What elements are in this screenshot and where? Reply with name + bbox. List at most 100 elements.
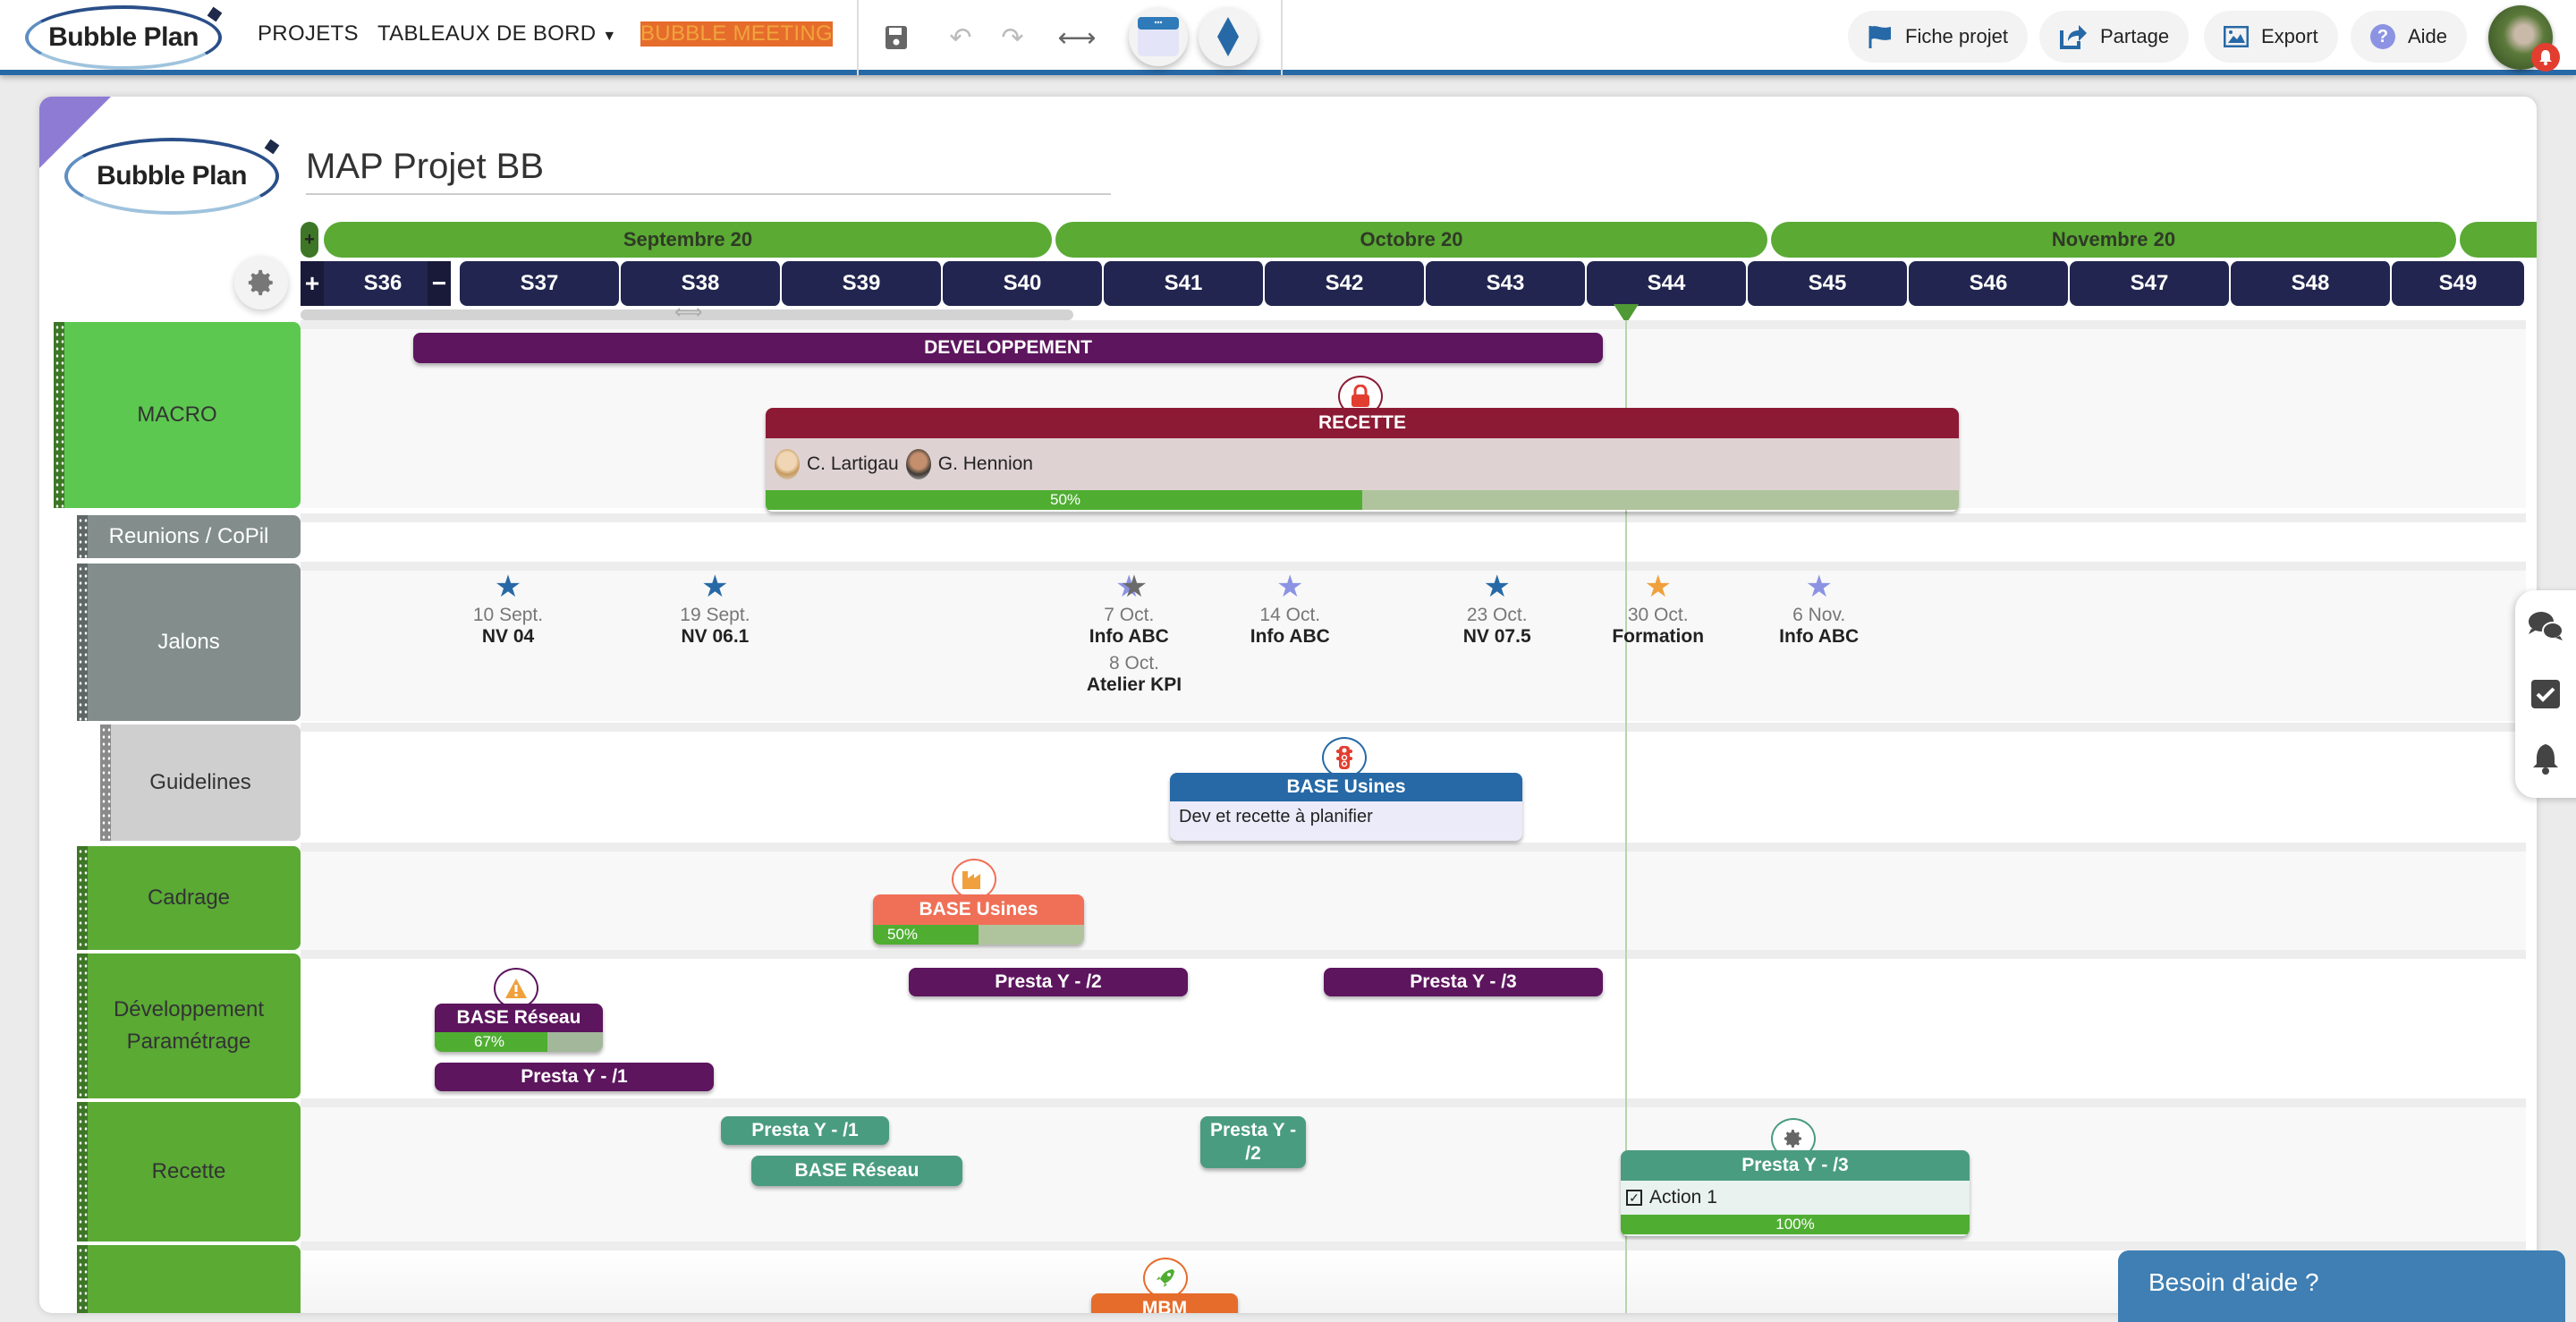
star-icon: ★ — [701, 570, 729, 604]
flag-icon — [1868, 26, 1891, 48]
milestone-date: 10 Sept. — [472, 605, 544, 625]
help-chat-button[interactable]: Besoin d'aide ? — [2118, 1250, 2565, 1322]
save-icon[interactable] — [878, 20, 914, 55]
progress-bar: 67% — [435, 1032, 603, 1052]
task-recette-presta-y-2[interactable]: Presta Y - /2 — [1200, 1116, 1306, 1168]
month-header: Octobre 20 — [1055, 222, 1767, 258]
task-recette-base-reseau[interactable]: BASE Réseau — [751, 1156, 962, 1186]
milestone[interactable]: ★ 14 Oct. Info ABC — [1209, 571, 1370, 648]
zoom-in-button[interactable]: + — [301, 261, 324, 306]
caret-down-icon: ▼ — [602, 29, 617, 44]
task-recette-macro[interactable]: RECETTE C. Lartigau G. Hennion 50% — [766, 408, 1959, 512]
milestone[interactable]: ★ 30 Oct. Formation — [1578, 571, 1739, 648]
milestone-date: 8 Oct. — [1108, 653, 1160, 674]
lane-label-macro[interactable]: MACRO — [54, 322, 301, 508]
image-icon — [2224, 26, 2249, 47]
milestone-diamond-icon — [1217, 17, 1239, 56]
lane-cadrage — [301, 843, 2526, 950]
task-presta-y-3[interactable]: Presta Y - /3 — [1324, 968, 1603, 996]
checkbox-checked-icon[interactable]: ✓ — [1626, 1190, 1642, 1206]
lane-label-cadrage[interactable]: Cadrage — [77, 846, 301, 950]
milestone-date: 23 Oct. — [1466, 605, 1528, 625]
milestone-name: NV 07.5 — [1462, 626, 1531, 647]
star-icon: ★ — [1276, 570, 1304, 604]
checkbox-icon[interactable] — [2528, 676, 2563, 712]
milestone[interactable]: ★ 6 Nov. Info ABC — [1739, 571, 1900, 648]
star-icon: ★ — [1120, 570, 1148, 604]
star-icon: ★ — [494, 570, 522, 604]
milestone[interactable]: ★ 19 Sept. NV 06.1 — [634, 571, 795, 648]
settings-button[interactable] — [234, 256, 288, 309]
milestone[interactable]: ★ 23 Oct. NV 07.5 — [1417, 571, 1578, 648]
gear-icon — [1784, 1130, 1801, 1148]
bell-icon[interactable] — [2528, 741, 2563, 776]
milestone-name: Info ABC — [1250, 626, 1330, 647]
week-header: S44 — [1587, 261, 1748, 306]
task-base-usines-cadrage[interactable]: BASE Usines 50% — [873, 894, 1084, 945]
week-header: S37 — [460, 261, 621, 306]
milestone[interactable]: ★ 8 Oct. Atelier KPI — [1054, 571, 1215, 696]
undo-icon[interactable]: ↶ — [943, 20, 979, 55]
avatar — [775, 449, 800, 479]
task-mbm[interactable]: MBM — [1091, 1293, 1238, 1313]
redo-icon[interactable]: ↷ — [995, 20, 1030, 55]
milestone-date: 6 Nov. — [1792, 605, 1846, 625]
milestone-date: 30 Oct. — [1627, 605, 1689, 625]
week-header: S38 — [621, 261, 782, 306]
week-header: S41 — [1104, 261, 1265, 306]
lane-label-developpement[interactable]: Développement Paramétrage — [77, 953, 301, 1098]
comments-icon[interactable] — [2528, 608, 2563, 644]
milestone-date: 19 Sept. — [680, 605, 750, 625]
lane-label-next[interactable] — [77, 1245, 301, 1313]
rocket-icon — [1157, 1269, 1174, 1287]
export-button[interactable]: Export — [2204, 11, 2338, 63]
add-month-button[interactable]: + — [301, 222, 318, 258]
week-header: S45 — [1748, 261, 1909, 306]
week-header: S40 — [943, 261, 1104, 306]
lane-label-jalons[interactable]: Jalons — [77, 564, 301, 721]
lock-icon — [1352, 385, 1369, 407]
fiche-projet-button[interactable]: Fiche projet — [1848, 11, 2028, 63]
calendar-view-button[interactable] — [1129, 7, 1188, 66]
task-recette-presta-y-1[interactable]: Presta Y - /1 — [721, 1116, 889, 1145]
star-icon: ★ — [1805, 570, 1833, 604]
user-avatar[interactable] — [2488, 5, 2560, 72]
milestone-button[interactable] — [1199, 7, 1258, 66]
progress-bar: 50% — [766, 490, 1959, 510]
lane-label-guidelines[interactable]: Guidelines — [100, 725, 301, 841]
week-header: S39 — [782, 261, 943, 306]
task-presta-y-2[interactable]: Presta Y - /2 — [909, 968, 1188, 996]
task-base-reseau-dev[interactable]: BASE Réseau 67% — [435, 1004, 603, 1052]
app-logo[interactable]: Bubble Plan — [25, 5, 223, 70]
nav-bubble-meeting[interactable]: BUBBLE MEETING — [640, 21, 833, 47]
aide-button[interactable]: ? Aide — [2351, 11, 2468, 63]
week-header: S49 — [2392, 261, 2526, 306]
question-icon: ? — [2370, 24, 2395, 49]
milestone-name: Atelier KPI — [1086, 674, 1182, 695]
milestone-date: 14 Oct. — [1259, 605, 1321, 625]
week-header: S47 — [2070, 261, 2231, 306]
milestone-name: Info ABC — [1779, 626, 1860, 647]
milestone-name: NV 04 — [481, 626, 535, 647]
partage-button[interactable]: Partage — [2039, 11, 2190, 63]
horizontal-scrollbar[interactable]: ⟺ — [301, 301, 1073, 323]
nav-tableaux-de-bord[interactable]: TABLEAUX DE BORD ▼ — [377, 21, 617, 47]
lane-reunions — [301, 513, 2526, 560]
zoom-out-button[interactable]: − — [428, 261, 451, 306]
factory-icon — [962, 871, 980, 889]
lane-label-reunions[interactable]: Reunions / CoPil — [77, 515, 301, 558]
notification-bell-icon[interactable] — [2531, 43, 2560, 72]
task-base-usines-guidelines[interactable]: BASE Usines Dev et recette à planifier — [1170, 773, 1522, 841]
lane-label-recette[interactable]: Recette — [77, 1102, 301, 1241]
week-header: S43 — [1426, 261, 1587, 306]
task-recette-presta-y-3[interactable]: Presta Y - /3 ✓ Action 1 100% — [1621, 1150, 1970, 1236]
nav-projets[interactable]: PROJETS — [258, 21, 359, 47]
milestone[interactable]: ★ 10 Sept. NV 04 — [428, 571, 589, 648]
project-title[interactable]: MAP Projet BB — [306, 147, 544, 187]
week-header: S42 — [1265, 261, 1426, 306]
task-presta-y-1[interactable]: Presta Y - /1 — [435, 1063, 714, 1091]
gear-icon — [248, 269, 273, 296]
expand-horizontal-icon[interactable]: ⟷ — [1058, 20, 1097, 55]
month-header — [2460, 222, 2537, 258]
task-developpement[interactable]: DEVELOPPEMENT — [413, 333, 1603, 363]
